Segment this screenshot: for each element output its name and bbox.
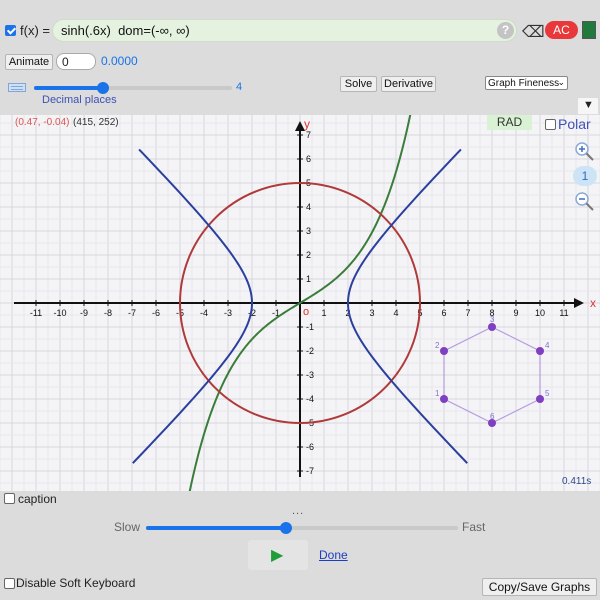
hexagon-vertex-label: 5 bbox=[545, 389, 550, 398]
y-tick-label: 7 bbox=[306, 130, 311, 140]
expression-input[interactable]: sinh(.6x) dom=(-∞, ∞) ? bbox=[52, 19, 517, 42]
triangle-down-icon: ▼ bbox=[583, 99, 594, 111]
y-tick-label: -7 bbox=[306, 466, 314, 476]
y-tick-label: 6 bbox=[306, 154, 311, 164]
x-tick-label: -10 bbox=[53, 308, 66, 318]
cursor-coordinates: (0.47, -0.04) bbox=[15, 117, 70, 128]
color-swatch[interactable] bbox=[582, 21, 596, 39]
animate-input-text: 0 bbox=[62, 55, 69, 69]
x-tick-label: 11 bbox=[559, 308, 568, 318]
polar-label: Polar bbox=[558, 116, 591, 132]
y-tick-label: 2 bbox=[306, 250, 311, 260]
x-tick-label: -8 bbox=[104, 308, 112, 318]
copy-save-graphs-button[interactable]: Copy/Save Graphs bbox=[482, 578, 597, 596]
fast-label: Fast bbox=[462, 520, 486, 534]
help-icon[interactable]: ? bbox=[497, 22, 514, 39]
graph-canvas[interactable]: xyo -11 -10 -9 -8 -7 -6 -5 -4 -3 -2 -1 1 2 3 4 5 6 7 8 9 10 1… bbox=[0, 115, 600, 491]
x-tick-label: -9 bbox=[80, 308, 88, 318]
zoom-in-icon[interactable] bbox=[574, 141, 594, 161]
play-button[interactable]: ▶ bbox=[248, 540, 308, 570]
x-tick-label: -3 bbox=[224, 308, 232, 318]
speed-slider-fill bbox=[146, 526, 287, 530]
hexagon-vertex[interactable] bbox=[536, 347, 544, 355]
y-tick-label: 4 bbox=[306, 202, 311, 212]
origin-label: o bbox=[303, 306, 309, 318]
x-tick-label: 4 bbox=[393, 308, 398, 318]
x-axis-arrow bbox=[574, 298, 584, 308]
disable-keyboard-label: Disable Soft Keyboard bbox=[16, 576, 136, 590]
backspace-icon[interactable]: ⌫ bbox=[522, 22, 545, 42]
hexagon-vertex[interactable] bbox=[440, 395, 448, 403]
hexagon-vertex-label: 4 bbox=[545, 341, 550, 350]
decimal-value: 4 bbox=[236, 81, 243, 93]
hexagon-vertex-label: 1 bbox=[435, 389, 440, 398]
y-tick-label: 1 bbox=[306, 274, 311, 284]
decimal-slider-thumb[interactable] bbox=[97, 82, 110, 94]
x-tick-label: 1 bbox=[321, 308, 326, 318]
solve-button[interactable]: Solve bbox=[340, 76, 377, 92]
chevron-down-icon: ⌄ bbox=[557, 77, 565, 87]
function-enabled-checkbox[interactable] bbox=[5, 25, 16, 36]
x-tick-label: 6 bbox=[441, 308, 446, 318]
y-tick-label: -1 bbox=[306, 322, 314, 332]
caption-checkbox[interactable] bbox=[4, 493, 15, 504]
y-tick-label: -4 bbox=[306, 394, 314, 404]
animate-value: 0.0000 bbox=[101, 54, 138, 68]
render-timing: 0.411s bbox=[562, 476, 592, 487]
hexagon-vertex[interactable] bbox=[536, 395, 544, 403]
decimal-slider-fill bbox=[34, 86, 104, 90]
clear-all-button[interactable]: AC bbox=[545, 21, 578, 39]
decimal-places-label: Decimal places bbox=[42, 94, 117, 106]
zoom-level-badge[interactable]: 1 bbox=[573, 166, 597, 186]
angle-mode-toggle[interactable]: RAD bbox=[487, 115, 532, 130]
hexagon-vertex[interactable] bbox=[440, 347, 448, 355]
x-tick-label: 3 bbox=[369, 308, 374, 318]
animate-value-input[interactable]: 0 bbox=[56, 53, 96, 70]
caption-label: caption bbox=[18, 492, 57, 506]
graph-fineness-select[interactable]: Graph Fineness ⌄ bbox=[485, 76, 568, 90]
y-tick-label: -2 bbox=[306, 346, 314, 356]
disable-keyboard-checkbox[interactable] bbox=[4, 578, 15, 589]
graph-fineness-label: Graph Fineness bbox=[488, 77, 560, 89]
speed-slider-thumb[interactable] bbox=[280, 522, 293, 534]
fx-label: f(x) = bbox=[20, 23, 50, 38]
animate-button[interactable]: Animate bbox=[5, 54, 53, 70]
y-tick-label: 3 bbox=[306, 226, 311, 236]
more-dots: ... bbox=[292, 505, 305, 517]
y-tick-label: -3 bbox=[306, 370, 314, 380]
x-tick-label: -7 bbox=[128, 308, 136, 318]
x-tick-label: -4 bbox=[200, 308, 208, 318]
hexagon-vertex-label: 2 bbox=[435, 341, 440, 350]
x-tick-label: 9 bbox=[513, 308, 518, 318]
hexagon-vertex-label: 3 bbox=[490, 315, 495, 324]
collapse-toggle[interactable]: ▼ bbox=[578, 98, 598, 114]
y-tick-label: -6 bbox=[306, 442, 314, 452]
play-icon: ▶ bbox=[271, 547, 284, 564]
polar-checkbox[interactable] bbox=[545, 119, 556, 130]
hexagon-vertex[interactable] bbox=[488, 323, 496, 331]
slow-label: Slow bbox=[114, 520, 141, 534]
expression-text: sinh(.6x) dom=(-∞, ∞) bbox=[61, 23, 190, 38]
hexagon-vertex-label: 6 bbox=[490, 412, 495, 421]
y-axis-label: y bbox=[304, 117, 310, 131]
x-tick-label: 10 bbox=[535, 308, 545, 318]
pixel-coordinates: (415, 252) bbox=[73, 117, 119, 128]
derivative-button[interactable]: Derivative bbox=[381, 76, 436, 92]
x-tick-label: 7 bbox=[465, 308, 470, 318]
done-link[interactable]: Done bbox=[319, 548, 348, 562]
x-tick-label: -6 bbox=[152, 308, 160, 318]
keyboard-icon[interactable] bbox=[8, 83, 26, 92]
zoom-out-icon[interactable] bbox=[574, 191, 594, 211]
x-axis-label: x bbox=[590, 296, 596, 310]
x-tick-label: -11 bbox=[30, 308, 42, 318]
